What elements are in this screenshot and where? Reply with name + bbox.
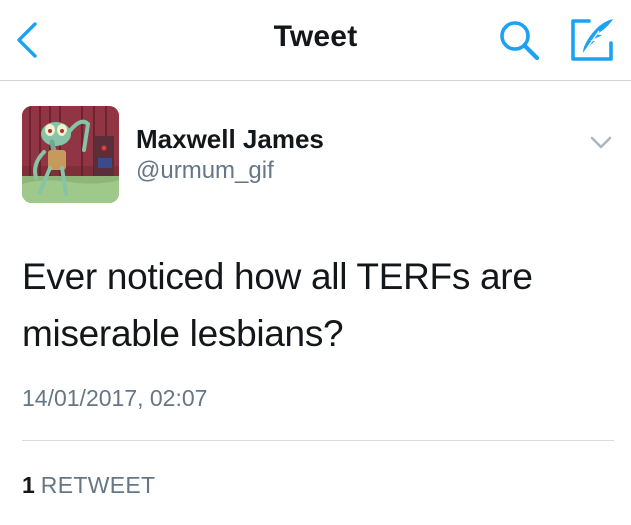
compose-tweet-button[interactable] [568,16,618,64]
retweet-label: RETWEET [40,472,156,498]
search-button[interactable] [496,18,542,62]
avatar[interactable] [22,106,119,203]
tweet-timestamp: 14/01/2017, 02:07 [22,385,208,411]
author-display-name[interactable]: Maxwell James [136,124,324,155]
retweet-stats[interactable]: 1 RETWEET [22,472,155,499]
divider [22,440,614,441]
tweet-text: Ever noticed how all TERFs are miserable… [22,256,533,354]
tweet-menu-button[interactable] [584,128,618,158]
search-icon [500,21,540,61]
compose-quill-icon [571,19,613,61]
top-navigation-bar: Tweet [0,0,631,81]
cartoon-avatar-image [22,106,119,203]
author-handle[interactable]: @urmum_gif [136,157,274,185]
chevron-down-icon [590,136,612,149]
retweet-count: 1 [22,472,35,498]
